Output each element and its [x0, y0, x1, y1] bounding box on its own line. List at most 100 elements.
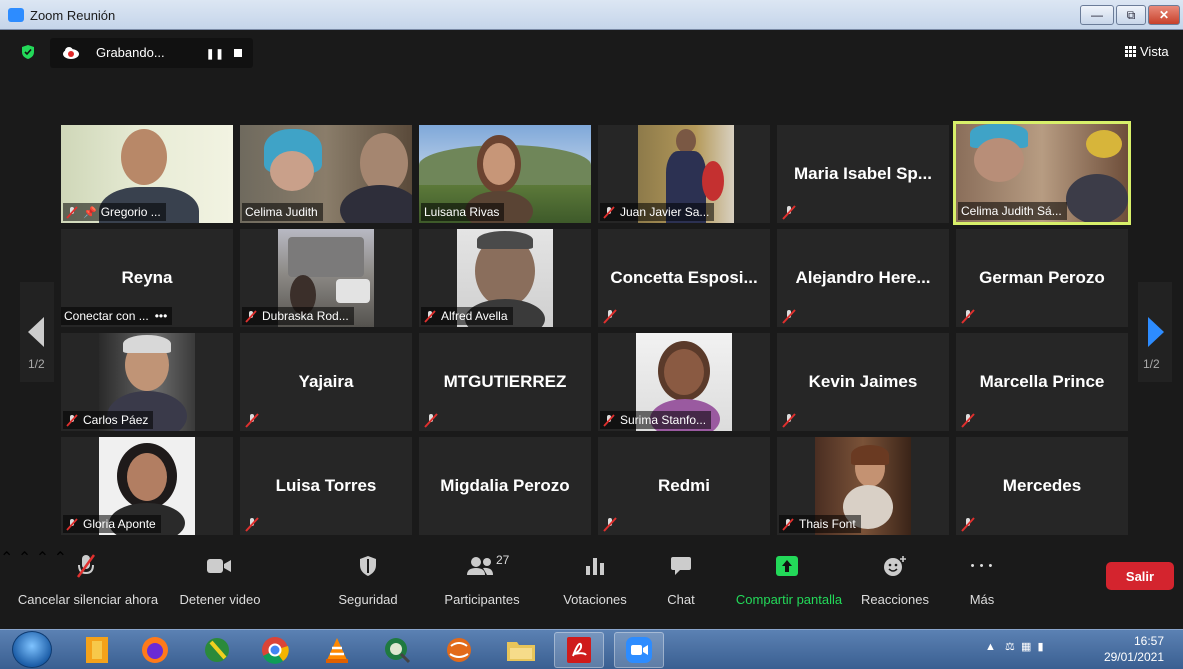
- leave-meeting-button[interactable]: Salir: [1106, 562, 1174, 590]
- participant-tile[interactable]: Maria Isabel Sp...: [777, 125, 949, 223]
- mic-muted-icon: [245, 413, 259, 428]
- mic-muted-icon: [961, 309, 975, 324]
- windows-taskbar: ▲ ⚖ ▦ ▮ 16:57 29/01/2021: [0, 629, 1183, 669]
- participant-name: Alejandro Here...: [795, 268, 931, 287]
- participant-name: Redmi: [658, 476, 710, 495]
- chat-bubble-icon: [671, 557, 691, 575]
- search-app-icon[interactable]: [372, 632, 422, 668]
- stop-recording-button[interactable]: [234, 49, 242, 57]
- more-button[interactable]: • • • Más: [958, 552, 1006, 607]
- participant-tile[interactable]: Concetta Esposi...: [598, 229, 770, 327]
- participants-button[interactable]: 27 Participantes: [440, 552, 524, 607]
- mic-muted-icon: [76, 554, 96, 578]
- recording-status: Grabando...: [96, 45, 165, 60]
- participant-tile[interactable]: Gloria Aponte: [61, 437, 233, 535]
- page-indicator-right: 1/2: [1143, 357, 1160, 371]
- participant-tile[interactable]: Mercedes: [956, 437, 1128, 535]
- view-button[interactable]: Vista: [1125, 44, 1169, 59]
- meeting-toolbar: Cancelar silenciar ahora ⌃ Detener video…: [0, 548, 1183, 629]
- participant-name-caption: Thais Font: [779, 515, 861, 533]
- file-explorer-icon[interactable]: [496, 632, 546, 668]
- start-button[interactable]: [12, 631, 52, 668]
- view-label: Vista: [1140, 44, 1169, 59]
- mic-muted-icon: [66, 413, 78, 427]
- participant-tile[interactable]: Kevin Jaimes: [777, 333, 949, 431]
- shield-icon[interactable]: [20, 44, 36, 60]
- video-camera-icon: [207, 559, 231, 573]
- mic-muted-icon: [961, 517, 975, 532]
- participant-tile[interactable]: Celima Judith: [240, 125, 412, 223]
- grid-view-icon: [1125, 46, 1136, 57]
- participant-name: Maria Isabel Sp...: [794, 164, 932, 183]
- participant-name: Marcella Prince: [979, 372, 1105, 391]
- participant-tile[interactable]: Reyna Conectar con ... •••: [61, 229, 233, 327]
- participant-tile[interactable]: Dubraska Rod...: [240, 229, 412, 327]
- participant-tile[interactable]: Luisa Torres: [240, 437, 412, 535]
- participant-tile[interactable]: Carlos Páez: [61, 333, 233, 431]
- title-bar: Zoom Reunión — ⧉ ✕: [0, 0, 1183, 30]
- participant-name: Concetta Esposi...: [610, 268, 758, 287]
- participant-tile[interactable]: Alejandro Here...: [777, 229, 949, 327]
- chat-button[interactable]: Chat: [656, 552, 706, 607]
- participant-tile-active-speaker[interactable]: Celima Judith Sá...: [953, 121, 1131, 225]
- reactions-button[interactable]: Reacciones: [858, 552, 932, 607]
- pause-recording-button[interactable]: ❚❚: [206, 49, 225, 60]
- system-tray[interactable]: ▲ ⚖ ▦ ▮: [985, 640, 1044, 653]
- audio-options-chevron-up-icon[interactable]: ⌃: [0, 550, 13, 567]
- mic-muted-icon: [603, 517, 617, 532]
- vlc-icon[interactable]: [312, 632, 362, 668]
- mic-muted-icon: [782, 205, 796, 220]
- mic-muted-icon: [782, 309, 796, 324]
- participant-tile[interactable]: Migdalia Perozo: [419, 437, 591, 535]
- cloud-record-icon: [63, 47, 79, 59]
- participant-tile[interactable]: Surima Stanfo...: [598, 333, 770, 431]
- participant-name: Mercedes: [1002, 476, 1082, 495]
- participant-name-caption: Juan Javier Sa...: [600, 203, 715, 221]
- meeting-area: Grabando... ❚❚ Vista 1/2 1/2 📌 Gregorio …: [0, 30, 1183, 629]
- participant-name-caption: Surima Stanfo...: [600, 411, 712, 429]
- participant-tile[interactable]: German Perozo: [956, 229, 1128, 327]
- minimize-button[interactable]: —: [1080, 5, 1114, 25]
- mic-muted-icon: [66, 205, 78, 219]
- participant-name: German Perozo: [979, 268, 1105, 287]
- participant-name: MTGUTIERREZ: [443, 372, 567, 391]
- participant-name-caption: Alfred Avella: [421, 307, 513, 325]
- participant-name-caption: 📌 Gregorio ...: [63, 203, 166, 221]
- participant-name: Kevin Jaimes: [808, 372, 918, 391]
- app-globe-icon[interactable]: [192, 632, 242, 668]
- chrome-icon[interactable]: [250, 632, 300, 668]
- participant-status-caption: Conectar con ... •••: [61, 307, 173, 325]
- mic-muted-icon: [603, 413, 615, 427]
- pin-icon: 📌: [83, 206, 97, 219]
- share-screen-button[interactable]: Compartir pantalla: [730, 552, 848, 607]
- participant-tile[interactable]: Thais Font: [777, 437, 949, 535]
- polls-button[interactable]: Votaciones: [558, 552, 632, 607]
- zoom-app-icon: [8, 8, 24, 22]
- participant-name-caption: Carlos Páez: [63, 411, 154, 429]
- firefox-icon[interactable]: [130, 632, 180, 668]
- stop-video-button[interactable]: Detener video: [172, 552, 268, 607]
- close-button[interactable]: ✕: [1148, 5, 1180, 25]
- participant-tile[interactable]: 📌 Gregorio ...: [61, 125, 233, 223]
- acrobat-reader-icon[interactable]: [554, 632, 604, 668]
- participant-tile[interactable]: Alfred Avella: [419, 229, 591, 327]
- participant-name-caption: Luisana Rivas: [421, 203, 505, 221]
- participant-tile[interactable]: Juan Javier Sa...: [598, 125, 770, 223]
- participant-name-caption: Dubraska Rod...: [242, 307, 354, 325]
- participant-name: Luisa Torres: [275, 476, 377, 495]
- participant-name: Yajaira: [298, 372, 354, 391]
- security-button[interactable]: Seguridad: [330, 552, 406, 607]
- unmute-button[interactable]: Cancelar silenciar ahora: [14, 552, 162, 607]
- maximize-button[interactable]: ⧉: [1116, 5, 1146, 25]
- participant-tile[interactable]: Yajaira: [240, 333, 412, 431]
- participant-tile[interactable]: Luisana Rivas: [419, 125, 591, 223]
- app-orange-globe-icon[interactable]: [434, 632, 484, 668]
- zoom-taskbar-icon[interactable]: [614, 632, 664, 668]
- more-icon[interactable]: •••: [155, 309, 168, 323]
- participant-tile[interactable]: MTGUTIERREZ: [419, 333, 591, 431]
- office-icon[interactable]: [72, 632, 122, 668]
- participant-tile[interactable]: Marcella Prince: [956, 333, 1128, 431]
- participant-name: Migdalia Perozo: [440, 476, 570, 495]
- participant-tile[interactable]: Redmi: [598, 437, 770, 535]
- taskbar-clock[interactable]: 16:57 29/01/2021: [1092, 633, 1164, 665]
